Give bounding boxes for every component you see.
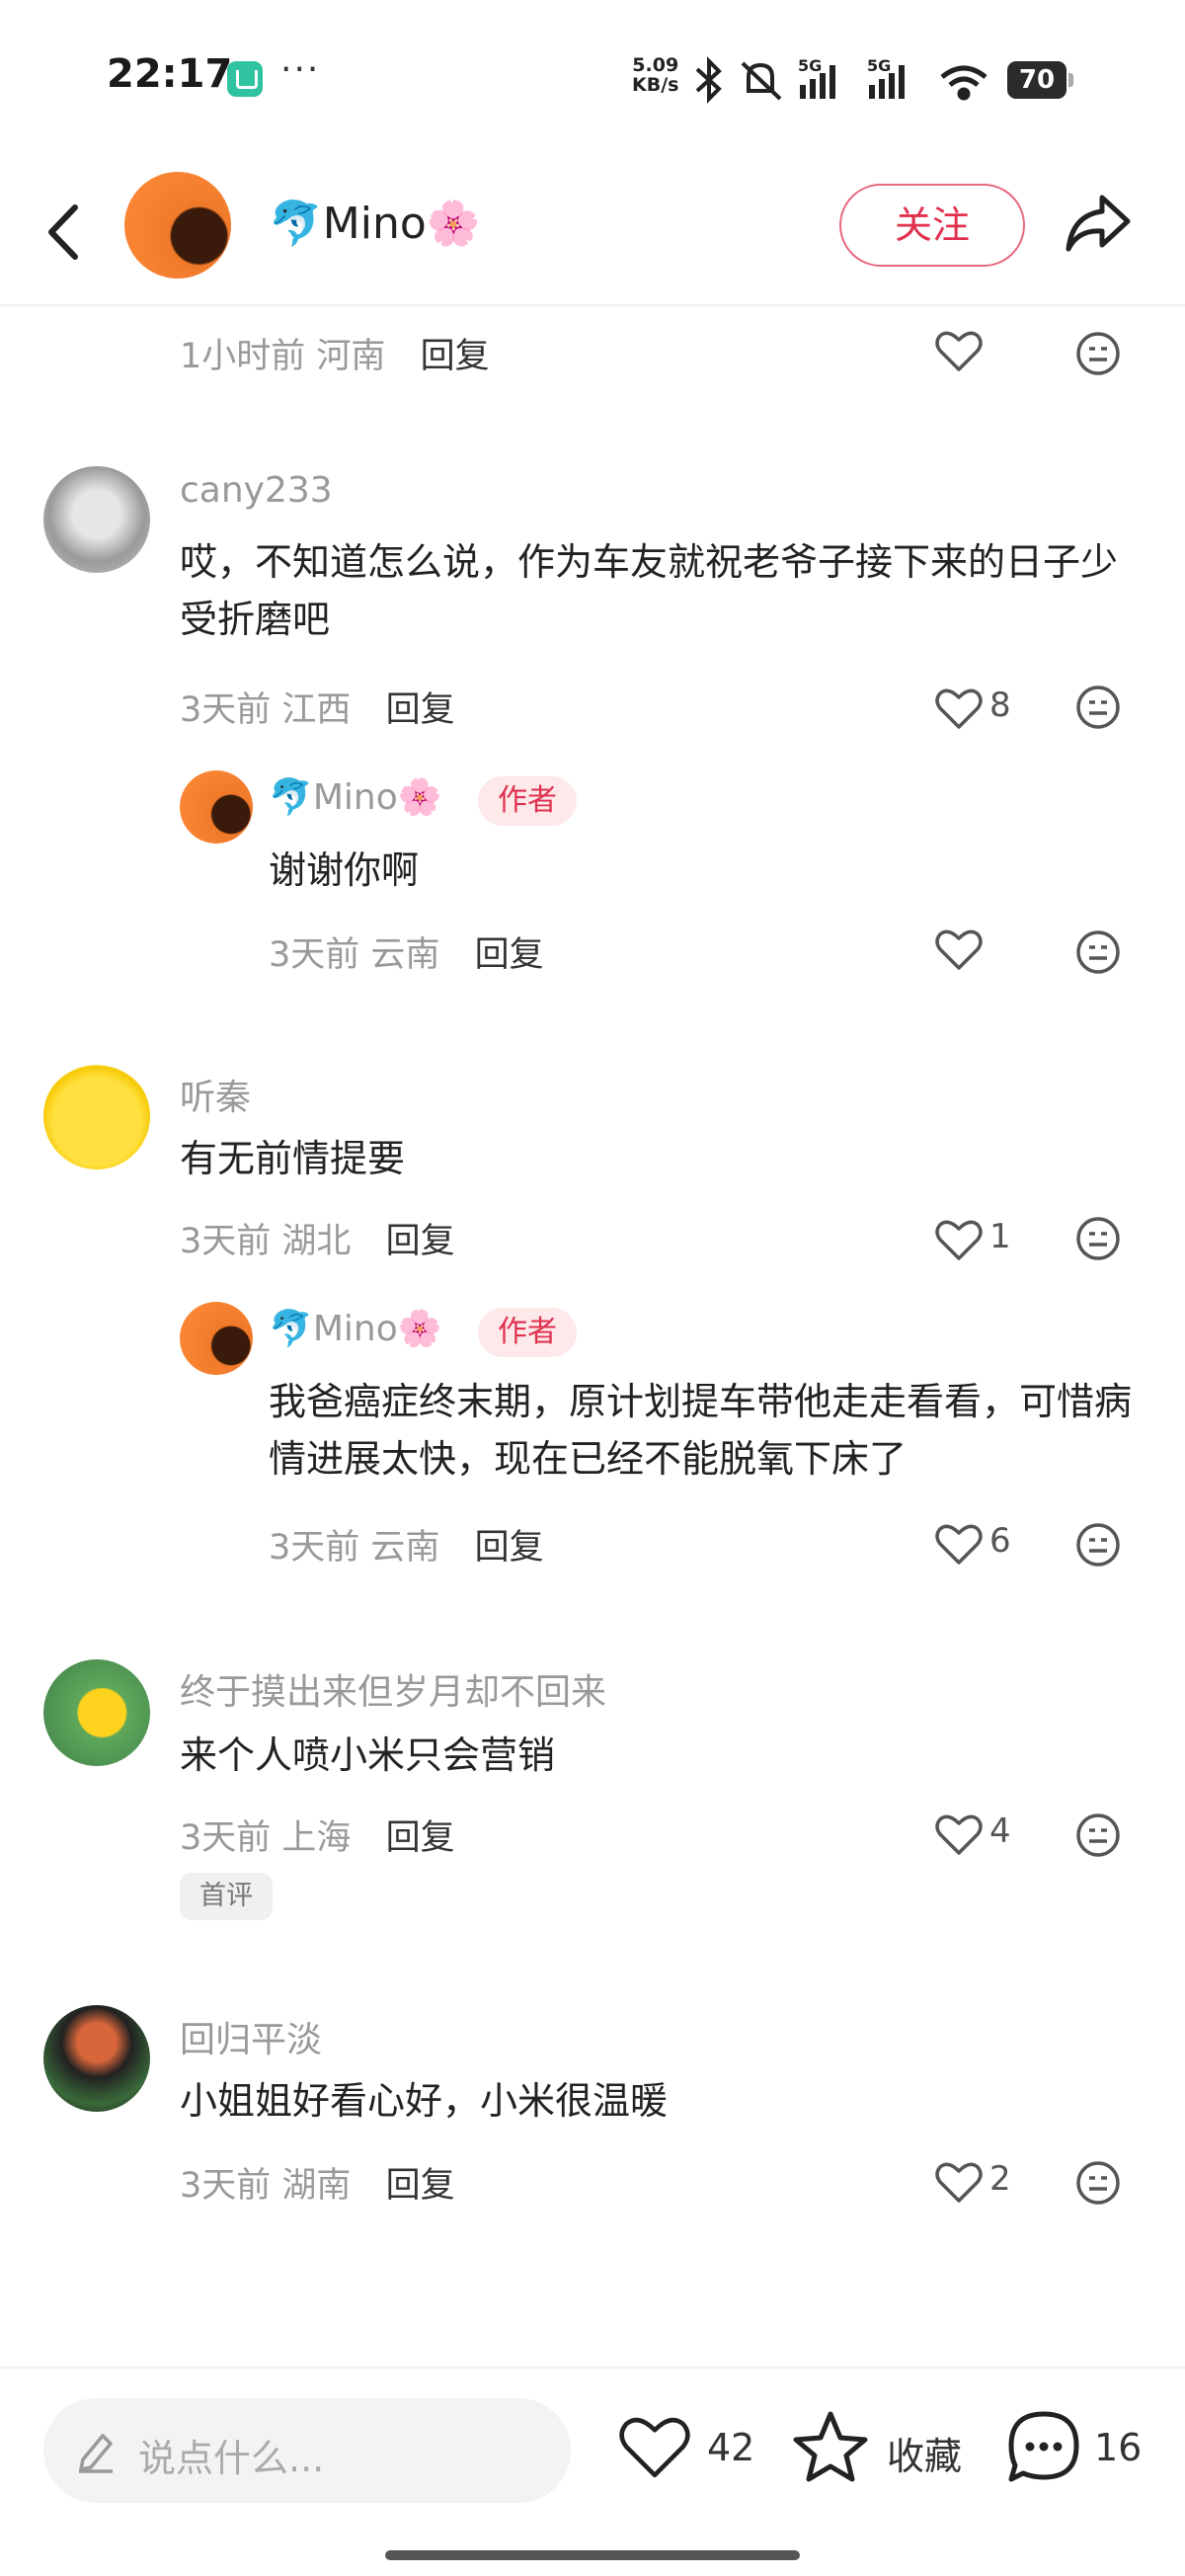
bluetooth-icon bbox=[695, 56, 722, 104]
like-icon[interactable] bbox=[932, 684, 986, 733]
username[interactable]: cany233 bbox=[180, 470, 333, 511]
reply-meta: 3天前 云南 回复 bbox=[269, 935, 544, 975]
more-notifications-icon: ··· bbox=[280, 49, 321, 90]
comment-meta: 1小时前 河南 回复 bbox=[180, 337, 490, 376]
follow-button[interactable]: 关注 bbox=[839, 184, 1025, 267]
emoji-reaction-icon[interactable] bbox=[1074, 1215, 1122, 1262]
comment-meta: 3天前 湖南 回复 bbox=[180, 2166, 455, 2206]
star-icon bbox=[793, 2411, 868, 2482]
reply-button[interactable]: 回复 bbox=[386, 1222, 455, 1261]
signal-5g-label: 5G bbox=[798, 56, 822, 75]
favorite-label: 收藏 bbox=[887, 2435, 963, 2478]
reply-button[interactable]: 回复 bbox=[475, 935, 544, 975]
comment-meta: 3天前 上海 回复 bbox=[180, 1818, 455, 1858]
like-count: 4 bbox=[989, 1811, 1011, 1851]
mi-home-icon bbox=[227, 61, 263, 97]
like-count: 6 bbox=[989, 1521, 1011, 1561]
comment-text: 来个人喷小米只会营销 bbox=[180, 1733, 556, 1777]
comment-input[interactable]: 说点什么... bbox=[43, 2398, 571, 2503]
author-badge: 作者 bbox=[478, 776, 577, 826]
reply-button[interactable]: 回复 bbox=[386, 690, 455, 730]
reply-username[interactable]: 🐬Mino🌸 bbox=[269, 1308, 442, 1349]
post-like-count: 42 bbox=[707, 2426, 755, 2469]
comment-meta: 3天前 江西 回复 bbox=[180, 690, 455, 730]
author-avatar[interactable] bbox=[124, 172, 231, 279]
comment-text: 哎，不知道怎么说，作为车友就祝老爷子接下来的日子少受折磨吧 bbox=[180, 540, 1119, 641]
status-bar: 22:17 ··· 5.09 KB/s 5G 5G 70 bbox=[0, 0, 1185, 158]
like-icon[interactable] bbox=[932, 1810, 986, 1859]
author-name[interactable]: 🐬Mino🌸 bbox=[269, 198, 481, 249]
reply-username[interactable]: 🐬Mino🌸 bbox=[269, 776, 442, 818]
comment-count: 16 bbox=[1094, 2426, 1143, 2469]
author-avatar[interactable] bbox=[180, 1302, 253, 1375]
like-button[interactable]: 8 bbox=[932, 682, 1051, 731]
emoji-reaction-icon[interactable] bbox=[1074, 330, 1122, 377]
like-count: 8 bbox=[989, 685, 1011, 725]
header: 🐬Mino🌸 关注 bbox=[0, 158, 1185, 306]
battery-indicator: 70 bbox=[1007, 61, 1073, 99]
comment-text: 有无前情提要 bbox=[180, 1137, 406, 1180]
reply-button[interactable]: 回复 bbox=[386, 2166, 455, 2206]
comments-button[interactable]: 16 bbox=[1003, 2406, 1171, 2495]
reply-meta: 3天前 云南 回复 bbox=[269, 1528, 544, 1568]
home-indicator[interactable] bbox=[385, 2550, 800, 2560]
reply-text: 我爸癌症终末期，原计划提车带他走走看看，可惜病情进展太快，现在已经不能脱氧下床了 bbox=[269, 1380, 1133, 1481]
like-icon[interactable] bbox=[932, 326, 986, 375]
first-comment-badge: 首评 bbox=[180, 1873, 273, 1920]
comment-text: 小姐姐好看心好，小米很温暖 bbox=[180, 2079, 669, 2123]
user-avatar[interactable] bbox=[43, 466, 150, 573]
wifi-icon bbox=[940, 65, 988, 101]
like-post-button[interactable]: 42 bbox=[614, 2406, 762, 2495]
like-button[interactable]: 2 bbox=[932, 2155, 1051, 2205]
reply-button[interactable]: 回复 bbox=[475, 1528, 544, 1568]
emoji-reaction-icon[interactable] bbox=[1074, 1521, 1122, 1569]
bottom-action-bar: 说点什么... 42 收藏 16 bbox=[0, 2367, 1185, 2576]
user-avatar[interactable] bbox=[43, 1063, 150, 1169]
favorite-button[interactable]: 收藏 bbox=[790, 2406, 978, 2495]
signal-5g-label-2: 5G bbox=[867, 56, 891, 75]
like-button[interactable]: 4 bbox=[932, 1808, 1051, 1857]
like-count: 2 bbox=[989, 2159, 1011, 2199]
author-badge: 作者 bbox=[478, 1308, 577, 1357]
comment-input-placeholder: 说点什么... bbox=[138, 2437, 325, 2480]
user-avatar[interactable] bbox=[43, 1659, 150, 1766]
comment-meta: 3天前 湖北 回复 bbox=[180, 1222, 455, 1261]
like-icon[interactable] bbox=[932, 925, 986, 974]
username[interactable]: 回归平淡 bbox=[180, 2011, 322, 2062]
reply-button[interactable]: 回复 bbox=[421, 337, 490, 376]
heart-icon bbox=[619, 2417, 690, 2478]
like-button[interactable]: 6 bbox=[932, 1517, 1051, 1567]
like-icon[interactable] bbox=[932, 1215, 986, 1264]
emoji-reaction-icon[interactable] bbox=[1074, 928, 1122, 976]
reply-button[interactable]: 回复 bbox=[386, 1818, 455, 1858]
network-speed: 5.09 KB/s bbox=[632, 54, 679, 96]
share-icon[interactable] bbox=[1063, 188, 1134, 259]
mute-icon bbox=[741, 61, 782, 101]
like-icon[interactable] bbox=[932, 1519, 986, 1569]
author-avatar[interactable] bbox=[180, 770, 253, 844]
pencil-icon bbox=[79, 2434, 113, 2473]
like-button[interactable]: 1 bbox=[932, 1213, 1051, 1262]
username[interactable]: 听秦 bbox=[180, 1069, 251, 1120]
back-icon[interactable] bbox=[40, 198, 89, 267]
reply-text: 谢谢你啊 bbox=[269, 848, 420, 892]
comment-bubble-icon bbox=[1008, 2411, 1079, 2482]
like-count: 1 bbox=[989, 1217, 1011, 1256]
username[interactable]: 终于摸出来但岁月却不回来 bbox=[180, 1663, 606, 1715]
emoji-reaction-icon[interactable] bbox=[1074, 684, 1122, 731]
like-icon[interactable] bbox=[932, 2157, 986, 2207]
user-avatar[interactable] bbox=[43, 2005, 150, 2112]
emoji-reaction-icon[interactable] bbox=[1074, 2159, 1122, 2207]
status-time: 22:17 bbox=[107, 51, 233, 97]
emoji-reaction-icon[interactable] bbox=[1074, 1811, 1122, 1859]
